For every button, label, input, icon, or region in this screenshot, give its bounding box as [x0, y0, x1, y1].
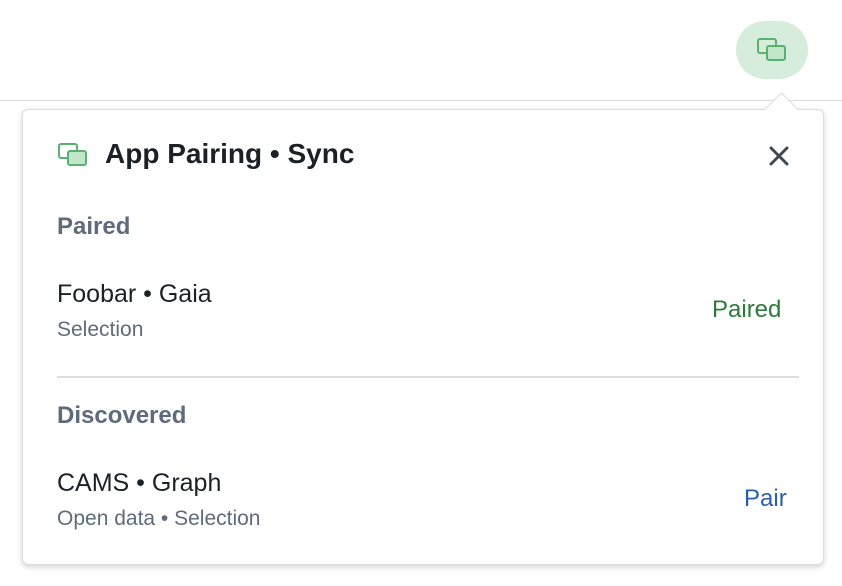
app-pairing-icon [58, 143, 87, 166]
discovered-app-name: CAMS • Graph [57, 469, 222, 497]
discovered-app-tags: Open data • Selection [57, 507, 261, 530]
close-button[interactable] [764, 141, 794, 171]
app-pairing-button[interactable] [736, 21, 808, 79]
app-pairing-icon [757, 38, 786, 61]
popover-title: App Pairing • Sync [105, 138, 355, 169]
app-pairing-popover: App Pairing • Sync Paired Foobar • Gaia … [22, 92, 824, 565]
discovered-section-heading: Discovered [57, 402, 187, 429]
section-divider [57, 376, 799, 378]
top-bar [0, 0, 842, 101]
close-icon [769, 146, 789, 166]
paired-section-heading: Paired [57, 213, 131, 240]
paired-app-name: Foobar • Gaia [57, 280, 212, 308]
pair-button[interactable]: Pair [744, 485, 787, 513]
paired-status-label: Paired [712, 296, 782, 323]
paired-app-tags: Selection [57, 318, 144, 341]
